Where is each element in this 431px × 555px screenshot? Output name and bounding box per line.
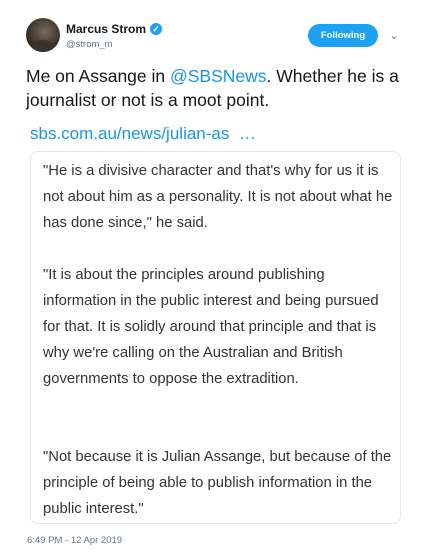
following-button[interactable]: Following: [308, 24, 378, 47]
tweet-text: Me on Assange in @SBSNews. Whether he is…: [26, 64, 411, 112]
tweet-timestamp[interactable]: 6:49 PM - 12 Apr 2019: [27, 535, 122, 546]
quote-paragraph: "Not because it is Julian Assange, but b…: [43, 449, 392, 517]
author-handle[interactable]: @strom_m: [66, 39, 113, 50]
tweet-text-before: Me on Assange in: [26, 66, 170, 86]
quote-image-card[interactable]: "He is a divisive character and that's w…: [30, 151, 401, 524]
quote-paragraph: "It is about the principles around publi…: [43, 267, 379, 387]
avatar[interactable]: [26, 18, 60, 52]
quote-paragraph: "He is a divisive character and that's w…: [43, 163, 393, 231]
chevron-down-icon[interactable]: ⌄: [386, 28, 402, 44]
tweet-header: Marcus Strom ✓ @strom_m Following ⌄: [0, 0, 431, 62]
author-name[interactable]: Marcus Strom: [66, 22, 146, 36]
author-name-row[interactable]: Marcus Strom ✓: [66, 22, 163, 36]
mention-link[interactable]: @SBSNews: [170, 66, 267, 86]
article-link[interactable]: sbs.com.au/news/julian-as …: [30, 124, 256, 144]
verified-icon: ✓: [150, 23, 163, 35]
